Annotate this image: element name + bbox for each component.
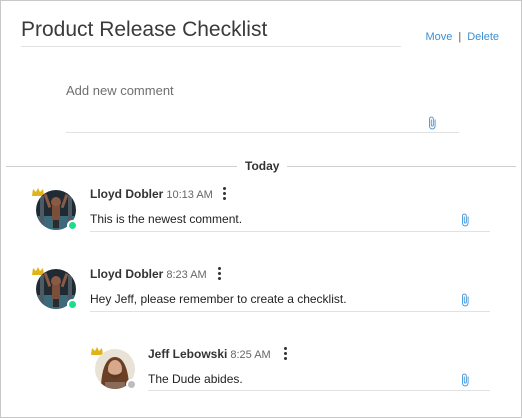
paperclip-icon[interactable]: [458, 293, 472, 307]
comment-time: 10:13 AM: [166, 189, 213, 201]
move-link[interactable]: Move: [425, 31, 452, 43]
comment-time: 8:23 AM: [166, 269, 207, 281]
paperclip-icon[interactable]: [458, 373, 472, 387]
offline-status-indicator: [126, 379, 137, 390]
title-field[interactable]: Product Release Checklist: [21, 15, 401, 47]
paperclip-icon[interactable]: [458, 213, 472, 227]
delete-link[interactable]: Delete: [467, 31, 499, 43]
day-label: Today: [237, 158, 288, 174]
new-comment-field[interactable]: Add new comment: [66, 83, 459, 133]
comment-meta: Lloyd Dobler 10:13 AM: [90, 187, 213, 202]
more-options-icon[interactable]: [221, 187, 227, 201]
page-title[interactable]: Product Release Checklist: [21, 15, 401, 45]
header-actions: Move | Delete: [425, 31, 499, 43]
comment-meta: Jeff Lebowski 8:25 AM: [148, 347, 271, 362]
author-name[interactable]: Lloyd Dobler: [90, 267, 163, 281]
comment-text: Hey Jeff, please remember to create a ch…: [90, 292, 347, 306]
comment-time: 8:25 AM: [230, 349, 271, 361]
comment-text: This is the newest comment.: [90, 212, 243, 226]
new-comment-placeholder[interactable]: Add new comment: [66, 83, 459, 99]
online-status-indicator: [67, 220, 78, 231]
comments-panel: Product Release Checklist Move | Delete Ad…: [0, 0, 522, 418]
online-status-indicator: [67, 299, 78, 310]
author-name[interactable]: Lloyd Dobler: [90, 187, 163, 201]
comment-meta: Lloyd Dobler 8:23 AM: [90, 267, 207, 282]
author-name[interactable]: Jeff Lebowski: [148, 347, 227, 361]
comment-underline: [90, 311, 490, 312]
more-options-icon[interactable]: [216, 267, 222, 281]
actions-separator: |: [458, 31, 462, 43]
comment-underline: [90, 231, 490, 232]
more-options-icon[interactable]: [282, 347, 288, 361]
comment-text: The Dude abides.: [148, 372, 243, 386]
comment-underline: [148, 390, 490, 391]
paperclip-icon[interactable]: [425, 116, 439, 130]
